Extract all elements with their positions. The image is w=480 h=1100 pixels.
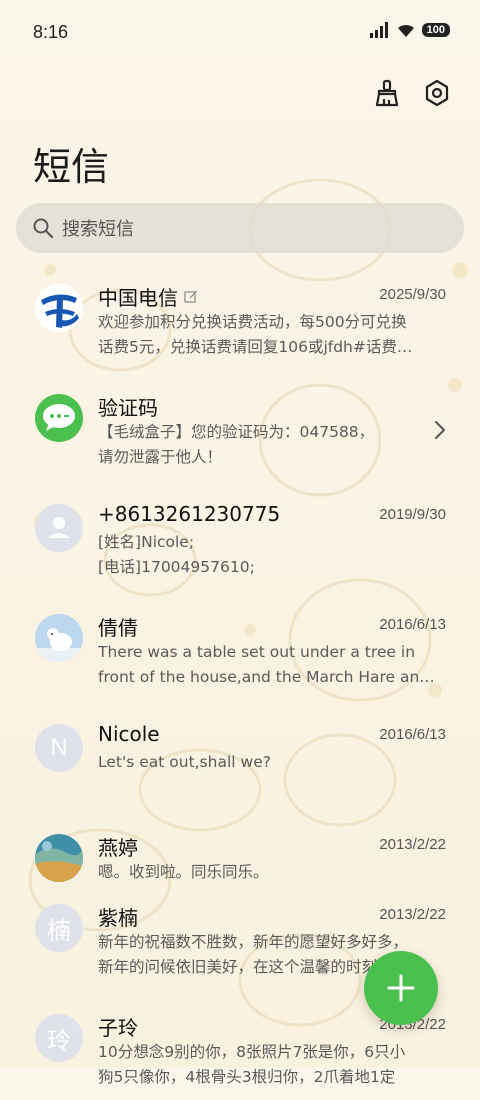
contact-name: 中国电信 [98,286,178,310]
message-preview: There was a table set out under a tree i… [98,640,448,689]
message-date: 2013/2/22 [379,836,446,853]
avatar [35,394,83,442]
message-preview: 10分想念9别的你，8张照片7张是你，6只小 狗5只像你，4根骨头3根归你，2爪… [98,1040,448,1089]
conversation-item[interactable]: 验证码 【毛绒盒子】您的验证码为：047588， 请勿泄露于他人！ [0,380,480,480]
avatar [35,834,83,882]
edit-icon [184,290,198,303]
preview-line: 请勿泄露于他人！ [98,447,223,466]
status-bar: 8:16 100 [0,0,480,64]
preview-line: 话费5元，兑换话费请回复106或jfdh#话费… [98,337,413,356]
preview-line: There was a table set out under a tree i… [98,643,416,661]
message-date: 2013/2/22 [379,906,446,923]
preview-line: 狗5只像你，4根骨头3根归你，2爪着地1定 [98,1067,396,1086]
avatar [35,284,83,332]
preview-line: 嗯。收到啦。同乐同乐。 [98,863,269,881]
conversation-item[interactable]: 中国电信 2025/9/30 欢迎参加积分兑换话费活动，每500分可兑换 话费5… [0,270,480,370]
avatar: N [35,724,83,772]
contact-name: 倩倩 [98,616,138,640]
conversation-item[interactable]: 倩倩 2016/6/13 There was a table set out u… [0,600,480,700]
message-preview: 欢迎参加积分兑换话费活动，每500分可兑换 话费5元，兑换话费请回复106或jf… [98,310,448,359]
contact-name: 子玲 [98,1016,138,1040]
preview-line: Let's eat out,shall we? [98,753,271,771]
message-date: 2019/9/30 [379,506,446,523]
battery-indicator: 100 [421,23,450,37]
conversation-item[interactable]: +8613261230775 2019/9/30 [姓名]Nicole; [电话… [0,490,480,590]
avatar: 楠 [35,904,83,952]
search-bar[interactable]: 搜索短信 [16,203,464,253]
polar-bear-photo [35,614,83,662]
contact-name: +8613261230775 [98,502,281,526]
avatar [35,504,83,552]
preview-line: 【毛绒盒子】您的验证码为：047588， [98,423,375,441]
new-message-button[interactable] [364,951,438,1025]
landscape-photo [35,834,83,882]
wifi-icon [397,24,414,37]
contact-name: 验证码 [98,396,158,420]
message-preview: [姓名]Nicole; [电话]17004957610; [98,530,448,579]
signal-icon [369,22,388,38]
header-actions [372,78,452,108]
plus-icon [387,974,415,1002]
system-icons: 100 [369,22,450,38]
conversation-item[interactable]: N Nicole 2016/6/13 Let's eat out,shall w… [0,710,480,810]
message-date: 2016/6/13 [379,616,446,633]
avatar [35,614,83,662]
preview-line: 10分想念9别的你，8张照片7张是你，6只小 [98,1043,406,1061]
chevron-right-icon[interactable] [434,420,446,440]
clean-button[interactable] [372,78,402,108]
message-preview: 嗯。收到啦。同乐同乐。 [98,860,448,885]
preview-line: front of the house,and the March Hare an… [98,667,435,686]
search-placeholder: 搜索短信 [62,219,134,240]
avatar: 玲 [35,1014,83,1062]
message-date: 2025/9/30 [379,286,446,303]
status-time: 8:16 [33,22,69,42]
preview-line: [姓名]Nicole; [98,533,195,551]
message-date: 2016/6/13 [379,726,446,743]
person-icon [48,517,70,538]
settings-button[interactable] [422,78,452,108]
gear-icon [425,79,449,107]
contact-name: 燕婷 [98,836,138,860]
page-title: 短信 [33,145,110,189]
broom-icon [375,79,399,107]
china-telecom-logo-icon [36,285,82,331]
search-icon [33,218,54,239]
preview-line: 欢迎参加积分兑换话费活动，每500分可兑换 [98,313,407,331]
message-bubble-icon [43,404,75,431]
message-preview: Let's eat out,shall we? [98,750,448,775]
message-preview: 【毛绒盒子】您的验证码为：047588， 请勿泄露于他人！ [98,420,418,469]
contact-name: 紫楠 [98,906,138,930]
preview-line: [电话]17004957610; [98,557,255,576]
contact-name: Nicole [98,722,160,746]
